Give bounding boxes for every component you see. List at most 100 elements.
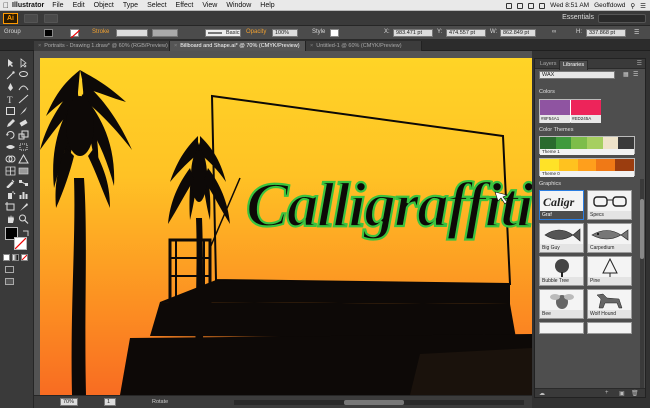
stroke-label[interactable]: Stroke — [92, 29, 109, 35]
direct-selection-tool-icon[interactable] — [18, 55, 29, 68]
eraser-tool-icon[interactable] — [18, 115, 29, 127]
symbol-sprayer-tool-icon[interactable] — [5, 187, 16, 199]
free-transform-tool-icon[interactable] — [18, 139, 29, 151]
x-position-field[interactable]: 983.471 pt — [393, 29, 433, 37]
help-search-input[interactable] — [598, 14, 646, 23]
close-icon[interactable]: × — [174, 43, 177, 49]
trash-icon[interactable]: 🗑 — [631, 390, 639, 397]
menu-window[interactable]: Window — [226, 2, 251, 9]
color-mode-icon[interactable] — [3, 254, 10, 261]
menu-select[interactable]: Select — [147, 2, 166, 9]
panel-scrollbar[interactable] — [640, 179, 644, 389]
document-canvas[interactable]: Calligraffiti — [34, 51, 532, 395]
link-icon[interactable]: ∞ — [552, 29, 556, 35]
graphic-graf[interactable]: Caligr Graf — [539, 190, 584, 220]
menubar-user[interactable]: Geoffdowd — [594, 2, 625, 9]
stroke-swatch[interactable] — [70, 29, 81, 39]
menu-edit[interactable]: Edit — [73, 2, 85, 9]
list-view-icon[interactable]: ☰ — [633, 71, 638, 78]
graphic-style-swatch[interactable] — [330, 29, 339, 37]
zoom-tool-icon[interactable] — [18, 211, 29, 224]
selection-tool-icon[interactable] — [5, 55, 16, 67]
graphic-partial-2[interactable] — [587, 322, 632, 334]
slice-tool-icon[interactable] — [18, 199, 29, 211]
line-tool-icon[interactable] — [18, 91, 29, 104]
bridge-button[interactable] — [24, 13, 38, 23]
tab-libraries[interactable]: Libraries — [559, 60, 589, 70]
close-icon[interactable]: × — [38, 43, 41, 49]
graphic-partial-1[interactable] — [539, 322, 584, 334]
graphic-pine[interactable]: Pine — [587, 256, 632, 286]
wifi-icon[interactable] — [517, 2, 524, 9]
type-tool-icon[interactable]: T — [5, 91, 16, 105]
shape-builder-tool-icon[interactable] — [5, 151, 16, 163]
gradient-mode-icon[interactable] — [12, 254, 19, 261]
library-dropdown[interactable]: WAX — [539, 71, 615, 79]
graphic-bee[interactable]: Bee — [539, 289, 584, 319]
menubar-clock[interactable]: Wed 8:51 AM — [550, 2, 589, 9]
curvature-tool-icon[interactable] — [18, 79, 29, 91]
height-field[interactable]: 337.868 pt — [586, 29, 626, 37]
pen-tool-icon[interactable] — [5, 79, 16, 91]
horizontal-scrollbar[interactable] — [234, 400, 524, 405]
notification-center-icon[interactable]: ☰ — [640, 2, 646, 10]
graphic-big-guy[interactable]: Big Guy — [539, 223, 584, 253]
menu-help[interactable]: Help — [260, 2, 274, 9]
pencil-tool-icon[interactable] — [5, 115, 16, 127]
tab-portraits[interactable]: × Portraits - Drawing 1.draw* @ 60% (RGB/… — [34, 41, 170, 51]
artboard[interactable]: Calligraffiti — [40, 58, 532, 395]
battery-icon[interactable] — [539, 2, 546, 9]
new-library-icon[interactable]: ▣ — [619, 390, 625, 397]
paintbrush-tool-icon[interactable] — [18, 103, 29, 115]
graphic-wolf-hound[interactable]: Wolf Hound — [587, 289, 632, 319]
eyedropper-tool-icon[interactable] — [5, 175, 16, 189]
swap-fill-stroke-icon[interactable] — [22, 224, 29, 236]
magic-wand-tool-icon[interactable] — [5, 67, 16, 80]
menu-file[interactable]: File — [52, 2, 63, 9]
menu-object[interactable]: Object — [94, 2, 114, 9]
menu-type[interactable]: Type — [123, 2, 138, 9]
close-icon[interactable]: × — [310, 43, 313, 49]
app-menu[interactable]: Illustrator — [12, 2, 44, 9]
perspective-grid-tool-icon[interactable] — [18, 151, 29, 164]
swatch-purple[interactable] — [540, 100, 570, 115]
width-field[interactable]: 862.849 pt — [500, 29, 536, 37]
cloud-icon[interactable] — [506, 2, 513, 9]
artboard-tool-icon[interactable] — [5, 199, 16, 211]
brush-definition[interactable]: Basic — [205, 29, 241, 37]
none-mode-icon[interactable] — [21, 254, 28, 261]
color-theme-1[interactable]: Theme 1 — [539, 136, 635, 155]
lasso-tool-icon[interactable] — [18, 67, 29, 77]
graphic-carpedium[interactable]: Carpedium — [587, 223, 632, 253]
apple-icon[interactable]:  — [0, 1, 12, 10]
width-tool-icon[interactable] — [5, 139, 16, 149]
tab-billboard[interactable]: × Billboard and Shape.ai* @ 70% (CMYK/Pre… — [170, 41, 306, 51]
arrange-documents-button[interactable] — [44, 13, 58, 23]
spotlight-icon[interactable]: ⚲ — [630, 2, 635, 10]
zoom-level-field[interactable]: 70% — [60, 398, 78, 406]
screen-mode-icon[interactable] — [5, 278, 14, 285]
rectangle-tool-icon[interactable] — [5, 103, 16, 115]
gradient-tool-icon[interactable] — [18, 163, 29, 175]
tab-layers[interactable]: Layers — [537, 60, 560, 69]
menu-view[interactable]: View — [202, 2, 217, 9]
library-sync-icon[interactable]: ☁ — [539, 390, 545, 397]
add-content-icon[interactable]: + — [605, 390, 609, 396]
stroke-weight-field[interactable] — [116, 29, 148, 37]
scale-tool-icon[interactable] — [18, 127, 29, 140]
blend-tool-icon[interactable] — [18, 175, 29, 186]
fill-swatch[interactable] — [44, 29, 53, 37]
grid-view-icon[interactable]: ▦ — [623, 71, 629, 78]
menu-effect[interactable]: Effect — [176, 2, 194, 9]
workspace-switcher[interactable]: Essentials — [562, 14, 594, 21]
mesh-tool-icon[interactable] — [5, 163, 16, 176]
opacity-field[interactable]: 100% — [272, 29, 298, 37]
y-position-field[interactable]: 474.557 pt — [446, 29, 486, 37]
graphic-bubble-tree[interactable]: Bubble Tree — [539, 256, 584, 286]
opacity-label[interactable]: Opacity — [246, 29, 266, 35]
column-graph-tool-icon[interactable] — [18, 187, 29, 199]
artboard-number-field[interactable]: 1 — [104, 398, 116, 406]
graphic-specs[interactable]: Specs — [587, 190, 632, 220]
swatch-pink[interactable] — [571, 100, 601, 115]
variable-width-profile[interactable] — [152, 29, 178, 37]
